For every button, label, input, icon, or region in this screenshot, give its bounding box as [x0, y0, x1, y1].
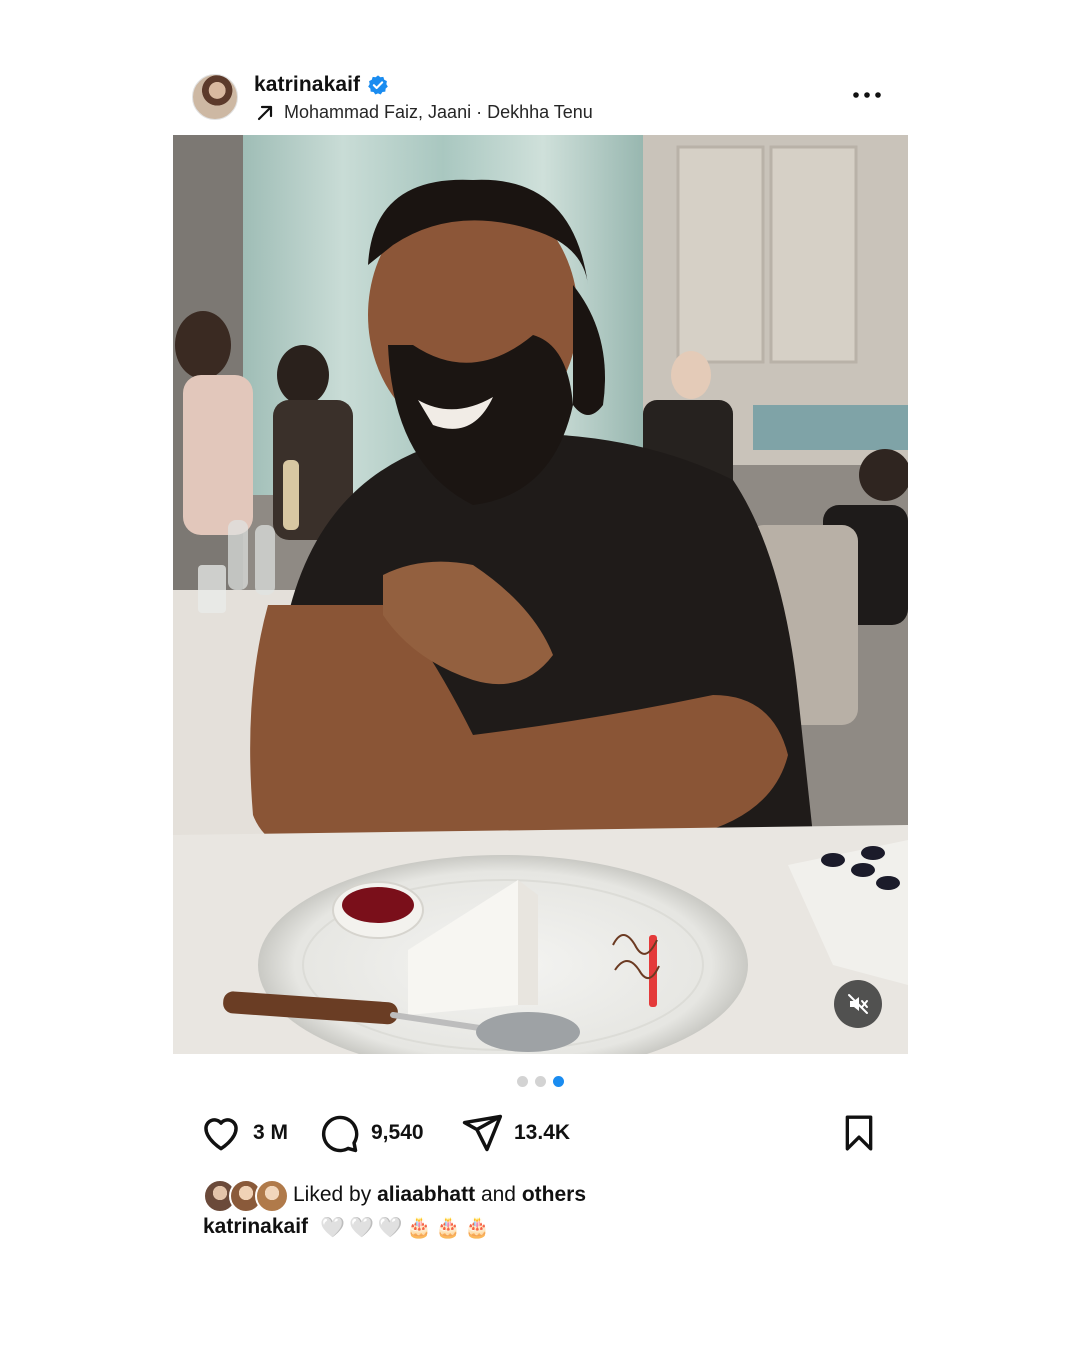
liker-avatars[interactable]	[203, 1179, 289, 1213]
share-paper-plane-icon	[462, 1114, 503, 1152]
carousel-dot[interactable]	[516, 1076, 528, 1087]
mute-toggle-button[interactable]	[834, 980, 882, 1028]
shares-count: 13.4K	[514, 1121, 571, 1144]
comment-button[interactable]: 9,540	[317, 1110, 424, 1156]
action-bar: 3 M 9,540 13.4K	[199, 1110, 879, 1156]
liker-avatar	[255, 1179, 289, 1213]
bookmark-icon[interactable]	[839, 1112, 879, 1154]
post-header: katrinakaif Mohammad Faiz, Jaani · Dekhh…	[192, 72, 908, 128]
muted-speaker-icon	[848, 994, 868, 1014]
carousel-dot[interactable]	[534, 1076, 546, 1087]
liked-by-middle: and	[480, 1183, 516, 1206]
comment-icon	[321, 1115, 359, 1153]
arrow-up-right-icon	[257, 105, 273, 120]
likes-count: 3 M	[253, 1121, 289, 1144]
username[interactable]: katrinakaif	[254, 73, 360, 97]
audio-attribution[interactable]: Mohammad Faiz, Jaani · Dekhha Tenu	[256, 102, 593, 123]
carousel-dot-active[interactable]	[552, 1076, 564, 1087]
audio-label: Mohammad Faiz, Jaani · Dekhha Tenu	[284, 102, 593, 122]
more-options-icon[interactable]	[850, 84, 884, 106]
caption: katrinakaif 🤍🤍🤍🎂🎂🎂	[203, 1210, 493, 1244]
liked-by-others[interactable]: others	[522, 1183, 586, 1207]
caption-username[interactable]: katrinakaif	[203, 1215, 308, 1239]
post-media[interactable]	[173, 135, 908, 1054]
carousel-indicator	[0, 1076, 1080, 1087]
like-button[interactable]: 3 M	[199, 1110, 288, 1156]
liked-by-row: Liked by aliaabhatt and others	[203, 1178, 586, 1213]
caption-text: 🤍🤍🤍🎂🎂🎂	[320, 1215, 494, 1239]
share-button[interactable]: 13.4K	[460, 1110, 570, 1156]
photo-illustration	[173, 135, 908, 1054]
verified-badge-icon	[368, 75, 388, 95]
heart-icon	[204, 1118, 238, 1151]
liked-by-user[interactable]: aliaabhatt	[377, 1183, 475, 1207]
profile-avatar[interactable]	[192, 74, 238, 120]
comments-count: 9,540	[371, 1121, 424, 1144]
liked-by-prefix: Liked by	[293, 1183, 372, 1206]
username-row: katrinakaif	[254, 72, 389, 98]
